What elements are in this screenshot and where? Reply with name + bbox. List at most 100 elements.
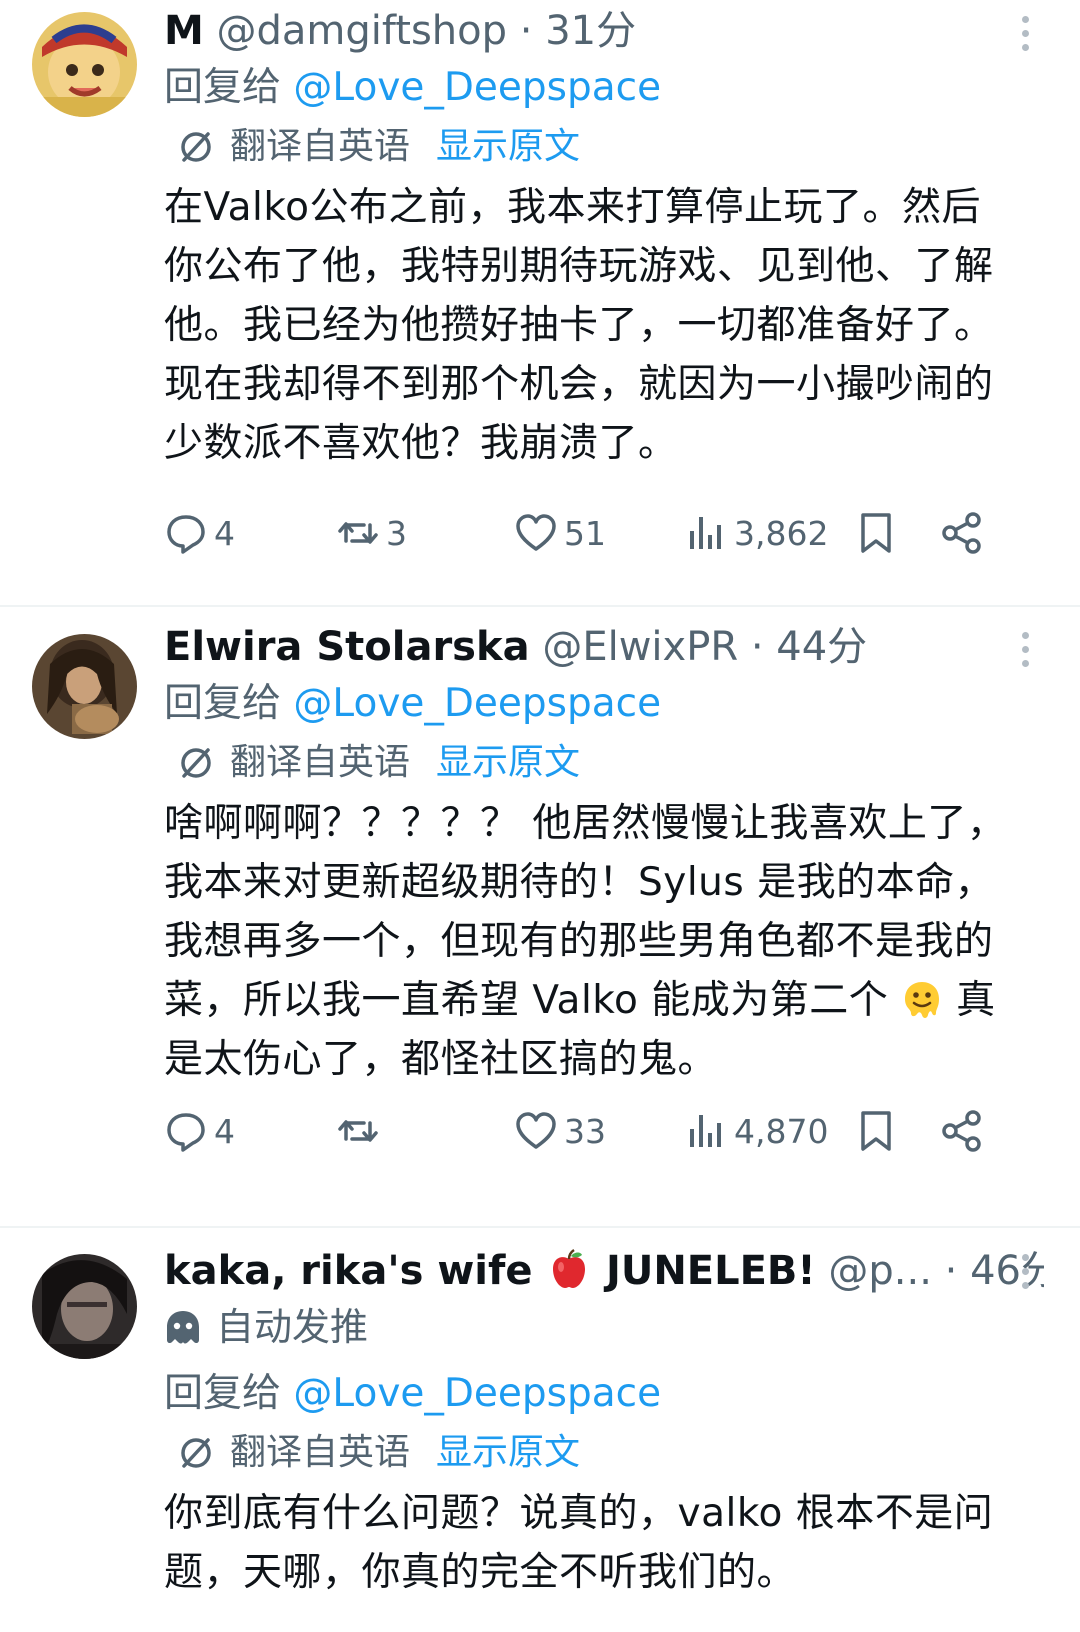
reply-to-mention[interactable]: @Love_Deepspace	[293, 1371, 661, 1416]
tweet-body: 啥啊啊啊？？？？？ 他居然慢慢让我喜欢上了， 我本来对更新超级期待的！Sylus…	[164, 794, 1044, 1089]
reply-count: 4	[214, 513, 235, 553]
tweet-actions: 4 3 51 3,862	[164, 503, 1044, 563]
view-count: 3,862	[734, 513, 829, 553]
retweet-count: 3	[386, 513, 407, 553]
tweet-header: M @damgiftshop · 31分	[164, 2, 1044, 60]
reply-to-mention[interactable]: @Love_Deepspace	[293, 681, 661, 726]
show-original-link[interactable]: 显示原文	[436, 732, 580, 794]
share-icon	[942, 512, 981, 554]
avatar[interactable]	[32, 634, 137, 739]
tweet-body-line: 你公布了他，我特别期待玩游戏、见到他、了解	[164, 244, 994, 289]
tweet-body-line: 是太伤心了，都怪社区搞的鬼。	[164, 1037, 718, 1082]
tweet-body-line: 菜，所以我一直希望 Valko 能成为第二个 真	[164, 971, 1044, 1030]
more-options-icon[interactable]	[1010, 1246, 1040, 1296]
tweet-header: Elwira Stolarska @ElwixPR · 44分	[164, 618, 1044, 676]
tweet-body-text: 真	[956, 978, 996, 1023]
tweet-body-line: 啥啊啊啊？？？？？ 他居然慢慢让我喜欢上了，	[164, 801, 1007, 846]
translation-notice: 翻译自英语 显示原文	[164, 732, 1044, 794]
tweet-divider	[0, 1226, 1080, 1228]
tweet-body-line: 现在我却得不到那个机会，就因为一小撮吵闹的	[164, 362, 994, 407]
retweet-button[interactable]: 3	[336, 503, 407, 563]
separator-dot: ·	[944, 1248, 958, 1294]
bot-icon	[167, 1311, 199, 1344]
translation-notice: 翻译自英语 显示原文	[164, 116, 1044, 178]
melting-face-emoji-icon	[905, 982, 940, 1018]
analytics-icon	[690, 1115, 721, 1147]
retweet-button[interactable]	[336, 1101, 386, 1161]
display-name[interactable]: Elwira Stolarska	[164, 624, 530, 670]
like-count: 33	[564, 1111, 606, 1151]
reply-to-label: 回复给	[164, 65, 282, 110]
tweet-body: 你到底有什么问题？说真的，valko 根本不是问 题，天哪，你真的完全不听我们的…	[164, 1484, 1044, 1602]
views-button[interactable]: 4,870	[684, 1101, 828, 1161]
user-handle[interactable]: @damgiftshop	[217, 8, 508, 54]
tweet-actions: 4 33 4,870	[164, 1101, 1044, 1161]
like-count: 51	[564, 513, 606, 553]
tweet-body-text: 菜，所以我一直希望 Valko 能成为第二个	[164, 978, 889, 1023]
tweet-body: 在Valko公布之前，我本来打算停止玩了。然后 你公布了他，我特别期待玩游戏、见…	[164, 178, 1044, 473]
timestamp[interactable]: 44分	[776, 624, 867, 670]
translate-icon	[181, 1438, 211, 1468]
analytics-icon	[690, 517, 721, 549]
reply-button[interactable]: 4	[164, 503, 235, 563]
reply-to-line: 回复给 @Love_Deepspace	[164, 1366, 1044, 1422]
translated-from-label: 翻译自英语	[230, 1432, 411, 1473]
reply-to-mention[interactable]: @Love_Deepspace	[293, 65, 661, 110]
tweet-header: kaka, rika's wife JUNELEB! @p... · 46分	[164, 1242, 1044, 1300]
avatar[interactable]	[32, 12, 137, 117]
tweet-body-line: 在Valko公布之前，我本来打算停止玩了。然后	[164, 185, 981, 230]
tweet-body-line: 题，天哪，你真的完全不听我们的。	[164, 1550, 797, 1595]
display-name[interactable]: kaka, rika's wife	[164, 1248, 533, 1294]
bookmark-button[interactable]	[854, 1101, 904, 1161]
translated-from-label: 翻译自英语	[230, 742, 411, 783]
heart-icon	[516, 1112, 556, 1149]
like-button[interactable]: 51	[514, 503, 606, 563]
show-original-link[interactable]: 显示原文	[436, 116, 580, 178]
translation-notice: 翻译自英语 显示原文	[164, 1422, 1044, 1484]
like-button[interactable]: 33	[514, 1101, 606, 1161]
more-options-icon[interactable]	[1010, 8, 1040, 58]
tweet-body-line: 我本来对更新超级期待的！Sylus 是我的本命，	[164, 860, 995, 905]
more-options-icon[interactable]	[1010, 624, 1040, 674]
tweet-body-line: 我想再多一个，但现有的那些男角色都不是我的	[164, 919, 994, 964]
reply-to-label: 回复给	[164, 1371, 282, 1416]
share-button[interactable]	[940, 503, 990, 563]
automated-text: 自动发推	[216, 1305, 369, 1349]
user-handle[interactable]: @p...	[828, 1248, 932, 1294]
reply-button[interactable]: 4	[164, 1101, 235, 1161]
views-button[interactable]: 3,862	[684, 503, 828, 563]
reply-icon	[167, 1113, 205, 1152]
tweet-2[interactable]: Elwira Stolarska @ElwixPR · 44分 回复给 @Lov…	[0, 618, 1080, 1218]
apple-emoji-icon	[553, 1248, 586, 1288]
bookmark-icon	[861, 1111, 891, 1151]
tweet-body-line: 少数派不喜欢他？我崩溃了。	[164, 421, 678, 466]
reply-count: 4	[214, 1111, 235, 1151]
tweet-body-line: 他。我已经为他攒好抽卡了，一切都准备好了。	[164, 303, 994, 348]
separator-dot: ·	[750, 624, 764, 670]
display-name[interactable]: M	[164, 8, 204, 54]
view-count: 4,870	[734, 1111, 829, 1151]
reply-icon	[167, 515, 205, 554]
user-handle[interactable]: @ElwixPR	[542, 624, 738, 670]
avatar[interactable]	[32, 1254, 137, 1359]
display-name-suffix[interactable]: JUNELEB!	[606, 1248, 816, 1294]
bookmark-button[interactable]	[854, 503, 904, 563]
show-original-link[interactable]: 显示原文	[436, 1422, 580, 1484]
heart-icon	[516, 514, 556, 551]
share-icon	[942, 1110, 981, 1152]
share-button[interactable]	[940, 1101, 990, 1161]
reply-to-line: 回复给 @Love_Deepspace	[164, 60, 1044, 116]
separator-dot: ·	[519, 8, 533, 54]
timestamp[interactable]: 31分	[545, 8, 636, 54]
tweet-1[interactable]: M @damgiftshop · 31分 回复给 @Love_Deepspace…	[0, 0, 1080, 584]
retweet-icon	[338, 1120, 378, 1142]
tweet-3[interactable]: kaka, rika's wife JUNELEB! @p... · 46分 自…	[0, 1240, 1080, 1632]
tweet-body-line: 你到底有什么问题？说真的，valko 根本不是问	[164, 1491, 994, 1536]
translate-icon	[181, 748, 211, 778]
translated-from-label: 翻译自英语	[230, 126, 411, 167]
tweet-divider	[0, 605, 1080, 607]
reply-to-label: 回复给	[164, 681, 282, 726]
bookmark-icon	[861, 513, 891, 553]
translate-icon	[181, 132, 211, 162]
reply-to-line: 回复给 @Love_Deepspace	[164, 676, 1044, 732]
